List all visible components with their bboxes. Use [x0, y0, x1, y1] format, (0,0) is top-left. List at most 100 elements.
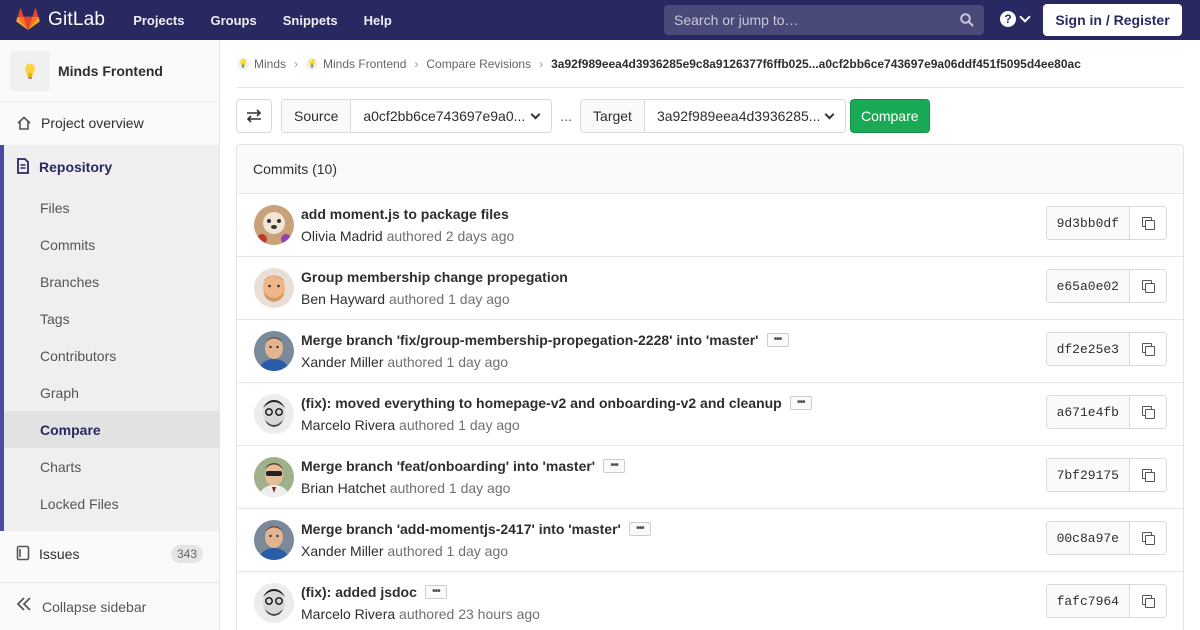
nav-groups[interactable]: Groups: [211, 13, 257, 28]
avatar[interactable]: [254, 205, 294, 245]
copy-icon: [1142, 406, 1155, 419]
commit-time: 1 day ago: [446, 354, 509, 370]
commit-author[interactable]: Olivia Madrid: [301, 228, 383, 244]
copy-sha-button[interactable]: [1130, 396, 1166, 428]
copy-sha-button[interactable]: [1130, 333, 1166, 365]
nav-projects[interactable]: Projects: [133, 13, 184, 28]
commit-title[interactable]: add moment.js to package files: [301, 206, 509, 222]
commit-sha-link[interactable]: df2e25e3: [1046, 333, 1130, 365]
avatar[interactable]: [254, 457, 294, 497]
sidebar: Minds Frontend Project overview Reposito…: [0, 40, 220, 630]
commit-verb: authored: [399, 606, 455, 622]
commit-sha-link[interactable]: e65a0e02: [1046, 270, 1130, 302]
commit-row: Group membership change propegation Ben …: [237, 257, 1183, 320]
help-dropdown[interactable]: ?: [1000, 11, 1031, 27]
commit-title[interactable]: (fix): moved everything to homepage-v2 a…: [301, 395, 812, 411]
commit-sha-link[interactable]: 9d3bb0df: [1046, 207, 1130, 239]
source-label: Source: [282, 100, 352, 132]
commit-author[interactable]: Xander Miller: [301, 354, 383, 370]
target-revision-dropdown[interactable]: 3a92f989eea4d3936285...: [644, 100, 845, 132]
ellipsis-icon[interactable]: •••: [789, 396, 812, 410]
commit-sha-link[interactable]: fafc7964: [1046, 585, 1130, 617]
top-nav: Projects Groups Snippets Help: [133, 0, 418, 40]
avatar[interactable]: [254, 520, 294, 560]
commit-author[interactable]: Ben Hayward: [301, 291, 385, 307]
copy-sha-button[interactable]: [1130, 459, 1166, 491]
commit-meta: Xander Miller authored 1 day ago: [301, 354, 508, 370]
target-revision-value: 3a92f989eea4d3936285...: [656, 108, 821, 124]
copy-sha-button[interactable]: [1130, 270, 1166, 302]
sidebar-item-issues[interactable]: Issues 343: [0, 534, 219, 574]
commit-time: 2 days ago: [445, 228, 515, 244]
ellipsis-icon[interactable]: •••: [628, 522, 651, 536]
copy-sha-button[interactable]: [1130, 207, 1166, 239]
sidebar-item-branches[interactable]: Branches: [4, 263, 219, 300]
commit-author[interactable]: Marcelo Rivera: [301, 606, 395, 622]
commit-row: Merge branch 'feat/onboarding' into 'mas…: [237, 446, 1183, 509]
commit-title[interactable]: Group membership change propegation: [301, 269, 568, 285]
commit-author[interactable]: Xander Miller: [301, 543, 383, 559]
breadcrumb-current[interactable]: 3a92f989eea4d3936285e9c8a9126377f6ffb025…: [551, 57, 1081, 71]
sidebar-item-compare[interactable]: Compare: [4, 411, 219, 448]
commit-author[interactable]: Marcelo Rivera: [301, 417, 395, 433]
breadcrumb-label: Minds: [254, 56, 287, 71]
copy-sha-button[interactable]: [1130, 585, 1166, 617]
commit-time: 1 day ago: [446, 543, 509, 559]
collapse-sidebar-label: Collapse sidebar: [42, 598, 147, 615]
breadcrumb-item-project[interactable]: 💡 Minds Frontend: [306, 57, 406, 71]
commit-sha-group: 7bf29175: [1045, 458, 1167, 492]
ellipsis-icon[interactable]: •••: [766, 333, 789, 347]
copy-sha-button[interactable]: [1130, 522, 1166, 554]
sidebar-item-tags[interactable]: Tags: [4, 300, 219, 337]
breadcrumb-item-group[interactable]: 💡 Minds: [237, 57, 286, 71]
commit-sha-group: df2e25e3: [1045, 332, 1167, 366]
commit-title[interactable]: Merge branch 'fix/group-membership-prope…: [301, 332, 789, 348]
help-icon: ?: [1000, 11, 1016, 27]
commit-sha-link[interactable]: 00c8a97e: [1046, 522, 1130, 554]
commit-title[interactable]: Merge branch 'add-momentjs-2417' into 'm…: [301, 521, 651, 537]
sidebar-item-commits[interactable]: Commits: [4, 226, 219, 263]
avatar[interactable]: [254, 583, 294, 623]
sidebar-item-project-overview[interactable]: Project overview: [0, 102, 219, 144]
project-header[interactable]: Minds Frontend: [0, 40, 219, 102]
copy-icon: [1142, 469, 1155, 482]
sidebar-item-contributors[interactable]: Contributors: [4, 337, 219, 374]
swap-revisions-button[interactable]: [236, 99, 272, 133]
sidebar-item-locked-files[interactable]: Locked Files: [4, 485, 219, 522]
sidebar-item-files[interactable]: Files: [4, 189, 219, 226]
search-icon[interactable]: [960, 13, 974, 27]
avatar[interactable]: [254, 331, 294, 371]
collapse-sidebar-button[interactable]: Collapse sidebar: [0, 582, 219, 630]
ellipsis-icon[interactable]: •••: [603, 459, 626, 473]
commit-author[interactable]: Brian Hatchet: [301, 480, 386, 496]
source-revision-value: a0cf2bb6ce743697e9a0...: [363, 108, 526, 124]
avatar[interactable]: [254, 394, 294, 434]
copy-icon: [1142, 532, 1155, 545]
search-input[interactable]: [674, 12, 960, 28]
breadcrumb-item-compare[interactable]: Compare Revisions: [426, 57, 531, 71]
commit-meta: Ben Hayward authored 1 day ago: [301, 291, 510, 307]
commits-panel: Commits (10) add moment.js to package fi…: [236, 144, 1184, 630]
sidebar-item-repository[interactable]: Repository: [4, 145, 219, 189]
commit-title[interactable]: Merge branch 'feat/onboarding' into 'mas…: [301, 458, 626, 474]
commit-sha-link[interactable]: 7bf29175: [1046, 459, 1130, 491]
commit-verb: authored: [399, 417, 455, 433]
sidebar-item-charts[interactable]: Charts: [4, 448, 219, 485]
source-revision-dropdown[interactable]: a0cf2bb6ce743697e9a0...: [351, 100, 552, 132]
commit-title[interactable]: (fix): added jsdoc •••: [301, 584, 447, 600]
nav-help[interactable]: Help: [364, 13, 392, 28]
brand[interactable]: GitLab: [16, 0, 105, 40]
copy-icon: [1142, 343, 1155, 356]
avatar[interactable]: [254, 268, 294, 308]
swap-icon: [246, 109, 262, 123]
ellipsis-icon[interactable]: •••: [424, 585, 447, 599]
compare-button[interactable]: Compare: [849, 99, 930, 133]
compare-bar: Source a0cf2bb6ce743697e9a0... ... Targe…: [236, 99, 930, 133]
nav-snippets[interactable]: Snippets: [283, 13, 338, 28]
commit-sha-link[interactable]: a671e4fb: [1046, 396, 1130, 428]
commit-time: 1 day ago: [458, 417, 520, 433]
sign-in-button[interactable]: Sign in / Register: [1043, 4, 1182, 36]
commit-verb: authored: [388, 291, 445, 307]
sidebar-item-graph[interactable]: Graph: [4, 374, 219, 411]
commit-meta: Marcelo Rivera authored 23 hours ago: [301, 606, 540, 622]
